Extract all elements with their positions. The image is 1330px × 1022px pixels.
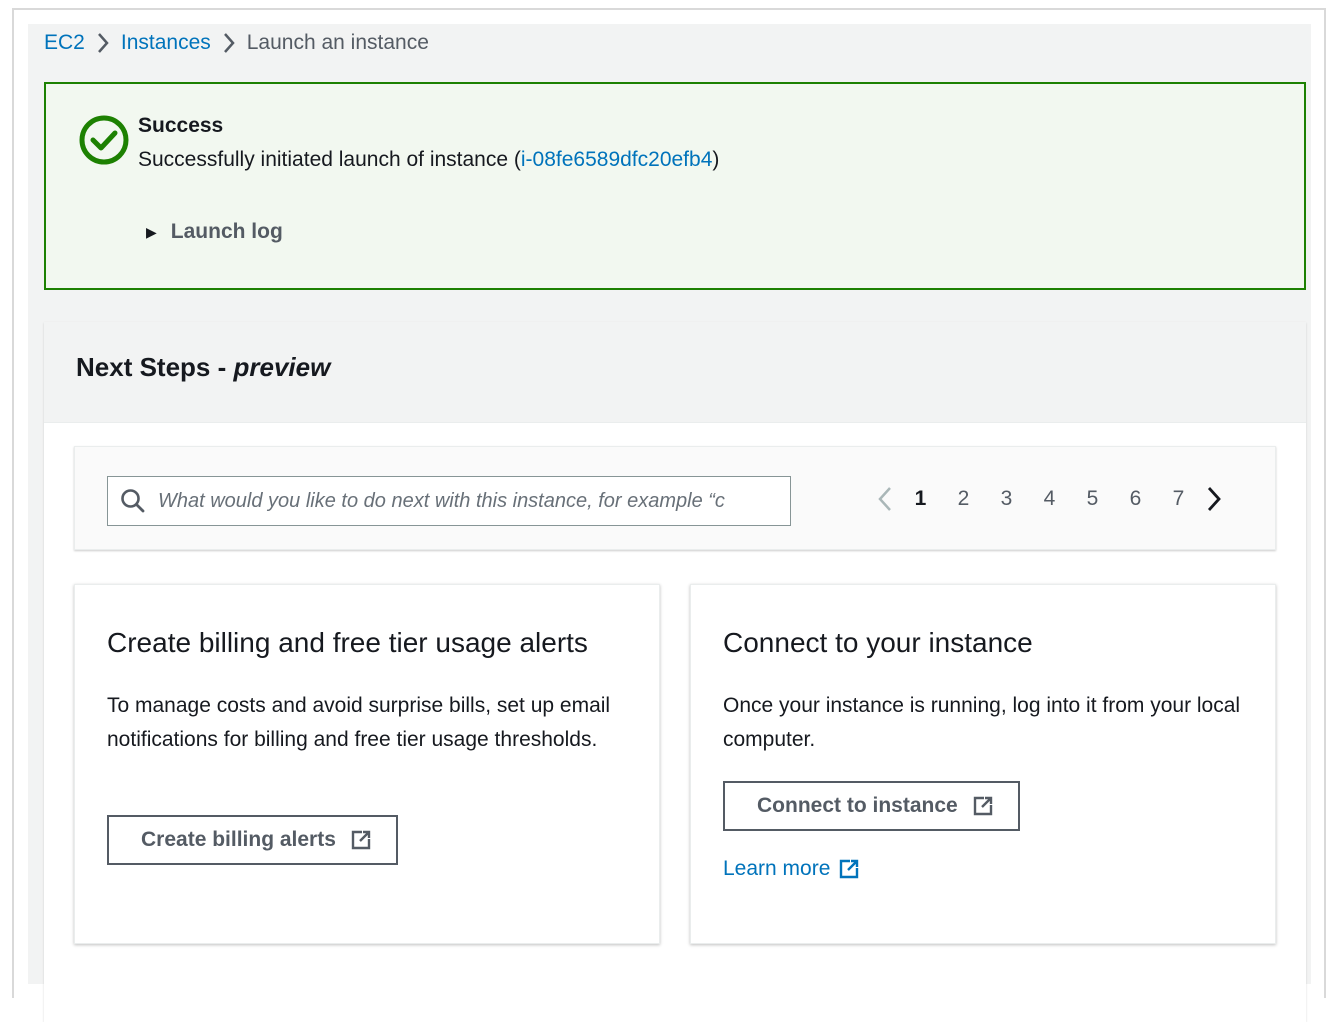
status-success-icon <box>79 115 129 165</box>
flash-message: Successfully initiated launch of instanc… <box>138 148 719 172</box>
breadcrumb-ec2[interactable]: EC2 <box>44 31 85 55</box>
launch-log-expander[interactable]: ▶ Launch log <box>146 220 283 244</box>
caret-right-icon: ▶ <box>146 223 157 240</box>
flash-message-suffix: ) <box>712 148 720 171</box>
external-link-icon <box>351 830 371 850</box>
external-link-icon <box>840 859 859 879</box>
connect-instance-card: Connect to your instance Once your insta… <box>690 584 1276 944</box>
card-title: Create billing and free tier usage alert… <box>107 627 588 658</box>
instance-id-link[interactable]: i-08fe6589dfc20efb4 <box>521 148 713 171</box>
pagination: 1 2 3 4 5 6 7 <box>871 474 1228 524</box>
page-4[interactable]: 4 <box>1028 487 1071 511</box>
next-steps-toolbar: 1 2 3 4 5 6 7 <box>74 446 1276 550</box>
external-link-icon <box>973 796 992 816</box>
flash-message-prefix: Successfully initiated launch of instanc… <box>138 148 521 171</box>
next-page-button[interactable] <box>1200 479 1228 519</box>
next-steps-title-text: Next Steps - <box>76 352 234 382</box>
button-label: Create billing alerts <box>141 828 336 851</box>
breadcrumb: EC2 Instances Launch an instance <box>44 28 429 58</box>
breadcrumb-instances[interactable]: Instances <box>121 31 211 55</box>
flash-title: Success <box>138 114 224 137</box>
connect-to-instance-button[interactable]: Connect to instance <box>723 781 1020 831</box>
page: EC2 Instances Launch an instance Success… <box>28 24 1311 1022</box>
card-title: Connect to your instance <box>723 627 1033 658</box>
search-input[interactable] <box>158 489 780 513</box>
create-billing-alerts-button[interactable]: Create billing alerts <box>107 815 398 865</box>
learn-more-label: Learn more <box>723 857 831 880</box>
button-label: Connect to instance <box>757 794 958 817</box>
page-5[interactable]: 5 <box>1071 487 1114 511</box>
launch-log-label: Launch log <box>170 220 283 243</box>
page-7[interactable]: 7 <box>1157 487 1200 511</box>
breadcrumb-current: Launch an instance <box>246 31 429 54</box>
page-6[interactable]: 6 <box>1114 487 1157 511</box>
search-icon <box>121 489 145 513</box>
billing-alerts-card: Create billing and free tier usage alert… <box>74 584 660 944</box>
previous-page-button[interactable] <box>871 479 899 519</box>
chevron-left-icon <box>878 487 891 511</box>
page-2[interactable]: 2 <box>942 487 985 511</box>
next-steps-header: Next Steps - preview <box>44 322 1306 423</box>
card-description: To manage costs and avoid surprise bills… <box>107 694 611 751</box>
card-description: Once your instance is running, log into … <box>723 694 1241 751</box>
chevron-right-icon <box>1207 487 1221 511</box>
success-flashbar: Success Successfully initiated launch of… <box>44 82 1306 290</box>
chevron-right-icon <box>85 31 121 55</box>
next-steps-panel: Next Steps - preview 1 2 3 4 5 6 <box>44 322 1306 1022</box>
learn-more-link[interactable]: Learn more <box>723 857 860 881</box>
search-box <box>107 476 791 526</box>
page-1[interactable]: 1 <box>899 487 942 511</box>
next-steps-title: Next Steps - preview <box>76 352 330 383</box>
chevron-right-icon <box>211 31 247 55</box>
next-steps-title-emphasis: preview <box>233 352 331 382</box>
page-3[interactable]: 3 <box>985 487 1028 511</box>
